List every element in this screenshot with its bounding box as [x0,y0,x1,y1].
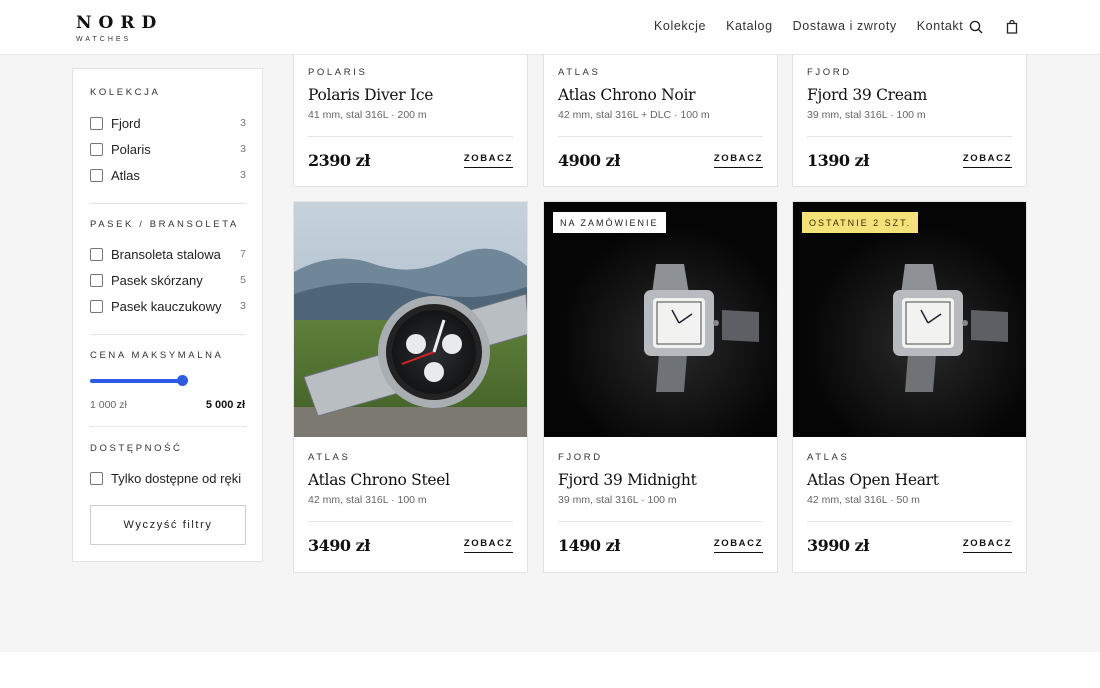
filter-option-label: Bransoleta stalowa [111,246,221,262]
divider [558,521,763,522]
product-price: 1490 zł [558,536,620,555]
filter-option-atlas[interactable]: Atlas 3 [90,167,246,183]
product-image[interactable] [544,202,778,437]
filter-sidebar: KOLEKCJA Fjord 3 Polaris 3 Atlas 3 PASEK… [72,68,263,562]
view-product-link[interactable]: ZOBACZ [962,153,1012,168]
product-spec: 39 mm, stal 316L · 100 m [807,109,926,121]
product-spec: 39 mm, stal 316L · 100 m [558,494,677,506]
product-price: 3990 zł [807,536,869,555]
divider [308,521,513,522]
divider [807,136,1012,137]
price-max-value: 5 000 zł [205,399,245,411]
product-price: 4900 zł [558,151,620,170]
price-slider-handle[interactable] [177,375,188,386]
site-header: NORD WATCHES Kolekcje Katalog Dostawa i … [0,0,1100,55]
product-brand: POLARIS [308,67,368,78]
filter-option-pasek-kauczukowy[interactable]: Pasek kauczukowy 3 [90,298,246,314]
product-image[interactable] [294,202,528,437]
product-price: 2390 zł [308,151,370,170]
filter-option-count: 3 [240,169,246,181]
product-brand: FJORD [807,67,852,78]
product-brand: FJORD [558,452,603,463]
checkbox[interactable] [90,168,103,182]
view-product-link[interactable]: ZOBACZ [962,538,1012,553]
view-product-link[interactable]: ZOBACZ [463,153,513,168]
filter-option-bransoleta[interactable]: Bransoleta stalowa 7 [90,246,246,262]
product-name[interactable]: Fjord 39 Cream [807,86,1012,104]
checkbox[interactable] [90,299,103,313]
product-name[interactable]: Atlas Chrono Steel [308,471,513,489]
divider [308,136,513,137]
filter-option-label: Polaris [111,141,151,157]
filter-option-count: 3 [240,143,246,155]
filter-option-label: Fjord [111,115,141,131]
product-card[interactable]: NA ZAMÓWIENIE FJORD Fjord 39 Midnight 39… [543,201,778,573]
price-min-value: 1 000 zł [90,399,127,411]
filter-option-label: Pasek kauczukowy [111,298,222,314]
product-brand: ATLAS [807,452,850,463]
filter-option-count: 3 [240,117,246,129]
logo-subtext: WATCHES [76,36,132,43]
footer [0,652,1100,688]
checkbox[interactable] [90,471,103,485]
divider [807,521,1012,522]
search-icon[interactable] [968,19,984,35]
view-product-link[interactable]: ZOBACZ [713,538,763,553]
product-spec: 42 mm, stal 316L · 50 m [807,494,920,506]
product-card[interactable]: OSTATNIE 2 SZT. ATLAS Atlas Open Heart 4… [792,201,1027,573]
product-card[interactable]: ATLAS Atlas Chrono Steel 42 mm, stal 316… [293,201,528,573]
product-spec: 42 mm, stal 316L · 100 m [308,494,427,506]
logo[interactable]: NORD WATCHES [76,14,163,43]
product-price: 3490 zł [308,536,370,555]
filter-option-pasek-skorzany[interactable]: Pasek skórzany 5 [90,272,246,288]
logo-text: NORD [76,13,164,33]
filter-option-fjord[interactable]: Fjord 3 [90,115,246,131]
nav-katalog[interactable]: Katalog [726,19,773,33]
filter-option-count: 3 [240,300,246,312]
main-nav: Kolekcje Katalog Dostawa i zwroty Kontak… [654,19,983,33]
product-name[interactable]: Fjord 39 Midnight [558,471,763,489]
product-name[interactable]: Polaris Diver Ice [308,86,513,104]
filter-option-label: Atlas [111,167,140,183]
product-price: 1390 zł [807,151,869,170]
filter-option-label: Pasek skórzany [111,272,203,288]
filter-option-available[interactable]: Tylko dostępne od ręki [90,470,246,486]
checkbox[interactable] [90,142,103,156]
product-spec: 41 mm, stal 316L · 200 m [308,109,427,121]
divider [558,136,763,137]
price-filter-title: CENA MAKSYMALNA [90,350,224,361]
view-product-link[interactable]: ZOBACZ [713,153,763,168]
collection-filter-title: KOLEKCJA [90,87,161,98]
filter-option-label: Tylko dostępne od ręki [111,470,242,486]
divider [90,426,246,427]
status-badge: OSTATNIE 2 SZT. [802,212,919,233]
product-spec: 42 mm, stal 316L + DLC · 100 m [558,109,710,121]
shopping-bag-icon[interactable] [1004,19,1020,35]
checkbox[interactable] [90,247,103,261]
view-product-link[interactable]: ZOBACZ [463,538,513,553]
nav-kolekcje[interactable]: Kolekcje [654,19,706,33]
divider [90,203,246,204]
product-brand: ATLAS [308,452,351,463]
product-brand: ATLAS [558,67,601,78]
product-name[interactable]: Atlas Chrono Noir [558,86,763,104]
status-badge: NA ZAMÓWIENIE [553,212,666,233]
filter-option-count: 5 [240,274,246,286]
clear-filters-button[interactable]: Wyczyść filtry [90,505,246,545]
filter-option-polaris[interactable]: Polaris 3 [90,141,246,157]
nav-dostawa[interactable]: Dostawa i zwroty [793,19,897,33]
price-slider-track[interactable] [90,379,186,383]
checkbox[interactable] [90,273,103,287]
filter-option-count: 7 [240,248,246,260]
product-name[interactable]: Atlas Open Heart [807,471,1012,489]
divider [90,334,246,335]
nav-kontakt[interactable]: Kontakt [917,19,964,33]
availability-filter-title: DOSTĘPNOŚĆ [90,443,183,454]
checkbox[interactable] [90,116,103,130]
product-image[interactable] [793,202,1027,437]
strap-filter-title: PASEK / BRANSOLETA [90,219,239,230]
